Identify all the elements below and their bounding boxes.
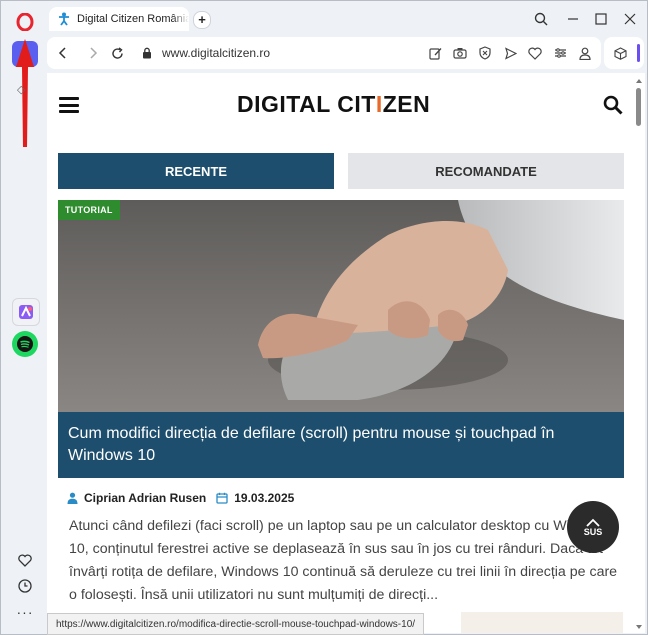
send-icon[interactable] xyxy=(502,45,518,61)
page-scrollbar[interactable] xyxy=(633,73,645,633)
search-tabs-icon[interactable] xyxy=(531,9,551,29)
content-tabs: RECENTE RECOMANDATE xyxy=(58,153,624,189)
category-badge[interactable]: TUTORIAL xyxy=(58,200,120,220)
extensions-area xyxy=(604,37,644,69)
sidebar: ◇ ··· xyxy=(1,1,47,634)
spotify-icon[interactable] xyxy=(12,331,38,357)
url-field[interactable]: www.digitalcitizen.ro xyxy=(162,46,270,60)
scrollbar-thumb[interactable] xyxy=(636,88,641,126)
sidebar-bookmark-icon[interactable]: ◇ xyxy=(17,83,25,96)
scroll-up-arrow-icon[interactable] xyxy=(636,79,642,83)
tab-recomandate[interactable]: RECOMANDATE xyxy=(348,153,624,189)
scroll-down-arrow-icon[interactable] xyxy=(636,625,642,629)
reload-icon[interactable] xyxy=(109,45,125,61)
history-clock-icon[interactable] xyxy=(12,573,38,599)
tab-recente[interactable]: RECENTE xyxy=(58,153,334,189)
calendar-icon xyxy=(216,492,228,504)
maximize-button[interactable] xyxy=(591,9,611,29)
site-logo[interactable]: DIGITAL CITIZEN xyxy=(237,91,430,118)
forward-icon[interactable] xyxy=(85,45,101,61)
author-icon xyxy=(67,492,78,504)
article-title[interactable]: Cum modifici direcția de defilare (scrol… xyxy=(68,423,608,467)
adblock-shield-icon[interactable] xyxy=(477,45,493,61)
chevron-up-icon xyxy=(586,518,600,527)
profile-icon[interactable] xyxy=(577,45,593,61)
site-search-icon[interactable] xyxy=(603,95,623,120)
easy-setup-icon[interactable] xyxy=(552,45,568,61)
heart-icon[interactable] xyxy=(12,547,38,573)
article-author[interactable]: Ciprian Adrian Rusen xyxy=(84,491,206,505)
site-favicon-icon xyxy=(57,12,71,26)
article-title-box[interactable]: Cum modifici direcția de defilare (scrol… xyxy=(58,412,624,478)
bookmark-heart-icon[interactable] xyxy=(527,45,543,61)
address-toolbar: www.digitalcitizen.ro xyxy=(47,37,601,69)
menu-hamburger-icon[interactable] xyxy=(59,97,79,113)
article-meta: Ciprian Adrian Rusen 19.03.2025 xyxy=(67,491,294,505)
back-to-top-button[interactable]: SUS xyxy=(567,501,619,553)
more-icon[interactable]: ··· xyxy=(12,599,38,625)
browser-tab[interactable]: Digital Citizen România - \ xyxy=(49,7,189,31)
article-excerpt: Atunci când defilezi (faci scroll) pe un… xyxy=(69,518,618,603)
browser-window: ◇ ··· Digital Citizen România - \ + xyxy=(0,0,648,635)
close-button[interactable] xyxy=(620,9,640,29)
article-date: 19.03.2025 xyxy=(234,491,295,505)
status-bar-url: https://www.digitalcitizen.ro/modifica-d… xyxy=(47,613,425,635)
lock-icon[interactable] xyxy=(139,45,155,61)
tab-title: Digital Citizen România - \ xyxy=(77,13,189,25)
minimize-button[interactable] xyxy=(563,9,583,29)
page-bottom-strip xyxy=(461,612,623,633)
web-page: DIGITAL CITIZEN RECENTE RECOMANDATE TUTO… xyxy=(47,73,645,633)
extensions-cube-icon[interactable] xyxy=(612,45,628,61)
edit-icon[interactable] xyxy=(427,45,443,61)
article-hero-image[interactable]: TUTORIAL xyxy=(58,200,624,412)
extension-indicator xyxy=(637,44,640,62)
camera-icon[interactable] xyxy=(452,45,468,61)
sidebar-app-icon[interactable] xyxy=(12,298,40,326)
back-icon[interactable] xyxy=(55,45,71,61)
new-tab-button[interactable]: + xyxy=(193,11,211,29)
opera-logo-icon[interactable] xyxy=(12,9,38,35)
